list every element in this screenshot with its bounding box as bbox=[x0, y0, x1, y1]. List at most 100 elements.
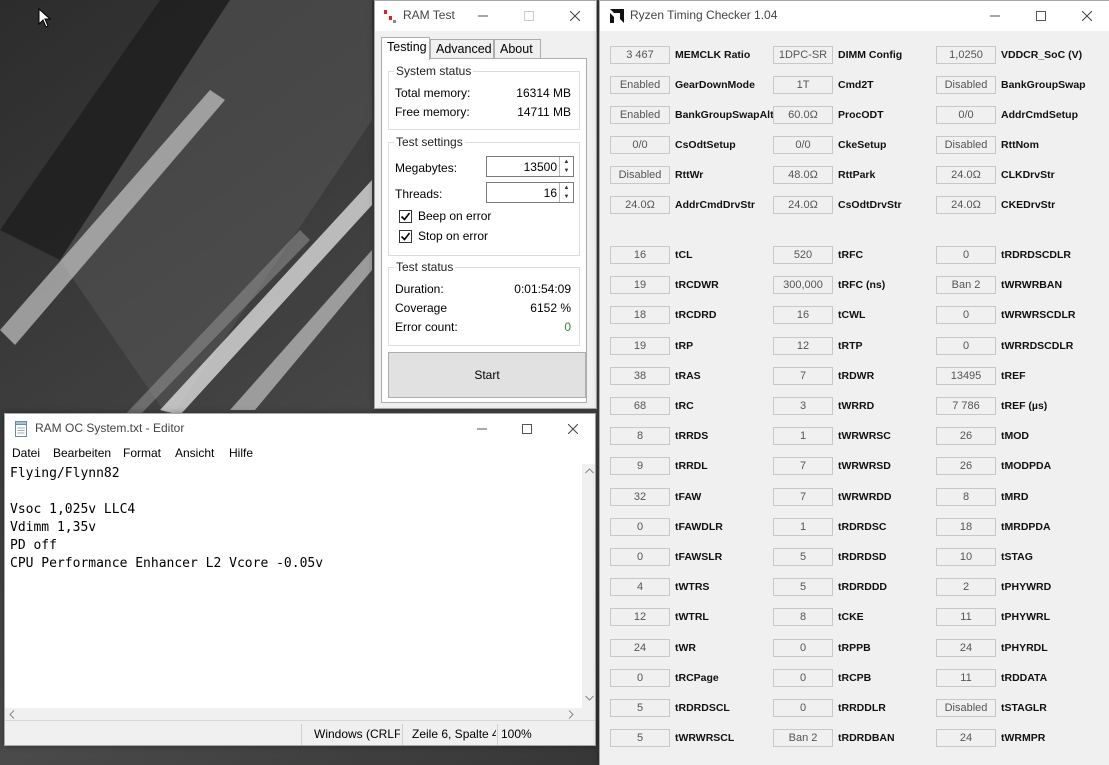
timing-value: 0/0 bbox=[610, 136, 670, 154]
test-status-group: Test status Duration: 0:01:54:09 Coverag… bbox=[388, 260, 580, 346]
tab-about[interactable]: About bbox=[494, 39, 541, 59]
menu-datei[interactable]: Datei bbox=[12, 446, 40, 460]
close-icon bbox=[1082, 11, 1092, 21]
timing-label: tWRWRSCDLR bbox=[1001, 309, 1076, 322]
threads-stepper-arrows[interactable]: ▲ ▼ bbox=[559, 183, 573, 202]
text-line[interactable]: Vdimm 1,35v bbox=[10, 520, 96, 535]
timing-label: tPHYRDL bbox=[1001, 641, 1048, 654]
megabytes-stepper-arrows[interactable]: ▲ ▼ bbox=[559, 157, 573, 176]
ramtest-window: RAM Test Testing Advanced About System s… bbox=[374, 0, 597, 409]
timing-value: 10 bbox=[936, 548, 996, 566]
timing-value: 19 bbox=[610, 276, 670, 295]
timing-value: 7 bbox=[773, 457, 833, 476]
duration-value: 0:01:54:09 bbox=[514, 282, 571, 296]
threads-value[interactable]: 16 bbox=[544, 186, 557, 200]
timing-label: tCKE bbox=[838, 611, 864, 624]
minimize-button[interactable] bbox=[972, 1, 1018, 31]
timing-value: 0 bbox=[936, 336, 996, 355]
menu-hilfe[interactable]: Hilfe bbox=[229, 446, 253, 460]
timing-value: Disabled bbox=[936, 136, 996, 154]
timing-value: 13495 bbox=[936, 366, 996, 385]
editor-text-area[interactable]: Flying/Flynn82 Vsoc 1,025v LLC4 Vdimm 1,… bbox=[5, 464, 582, 720]
tab-advanced[interactable]: Advanced bbox=[430, 39, 494, 59]
timing-label: tWRWRBAN bbox=[1001, 279, 1063, 292]
timing-label: tRDRDSD bbox=[838, 551, 887, 563]
timing-label: BankGroupSwapAlt bbox=[675, 109, 774, 121]
menu-format[interactable]: Format bbox=[123, 446, 161, 460]
timing-label: tRPPB bbox=[838, 641, 871, 654]
timing-value: 4 bbox=[610, 578, 670, 597]
horizontal-scrollbar[interactable] bbox=[5, 708, 582, 720]
megabytes-value[interactable]: 13500 bbox=[524, 160, 557, 174]
timing-label: ProcODT bbox=[838, 109, 884, 121]
timing-value: 3 467 bbox=[610, 46, 670, 64]
timing-label: tPHYWRL bbox=[1001, 611, 1050, 624]
timing-label: CkeSetup bbox=[838, 139, 887, 151]
timing-value: 24 bbox=[936, 638, 996, 657]
status-zoom: 100% bbox=[501, 727, 532, 741]
timing-value: 9 bbox=[610, 457, 670, 476]
stop-on-error-label[interactable]: Stop on error bbox=[418, 229, 488, 243]
timing-value: 12 bbox=[773, 336, 833, 355]
test-settings-title: Test settings bbox=[394, 135, 465, 149]
menu-bearbeiten[interactable]: Bearbeiten bbox=[53, 446, 111, 460]
rtc-titlebar[interactable]: Ryzen Timing Checker 1.04 bbox=[600, 1, 1109, 31]
megabytes-stepper[interactable]: 13500 ▲ ▼ bbox=[486, 156, 574, 177]
beep-on-error-label[interactable]: Beep on error bbox=[418, 209, 491, 223]
editor-titlebar[interactable]: RAM OC System.txt - Editor bbox=[5, 414, 595, 444]
error-count-value: 0 bbox=[564, 320, 571, 334]
start-button[interactable]: Start bbox=[388, 352, 586, 398]
vertical-scrollbar[interactable] bbox=[582, 464, 595, 720]
close-button[interactable] bbox=[550, 414, 595, 444]
ramtest-titlebar[interactable]: RAM Test bbox=[375, 1, 596, 31]
rtc-title: Ryzen Timing Checker 1.04 bbox=[630, 8, 778, 22]
threads-stepper[interactable]: 16 ▲ ▼ bbox=[486, 182, 574, 203]
text-line[interactable]: PD off bbox=[10, 538, 57, 553]
menu-ansicht[interactable]: Ansicht bbox=[175, 446, 214, 460]
scroll-right-icon[interactable] bbox=[568, 710, 574, 719]
minimize-button[interactable] bbox=[460, 1, 506, 31]
timing-value: 26 bbox=[936, 457, 996, 476]
timing-value: Enabled bbox=[610, 76, 670, 94]
timing-label: tRRDDLR bbox=[838, 702, 886, 714]
timing-value: 300,000 bbox=[773, 276, 833, 295]
timing-label: tRCDWR bbox=[675, 279, 719, 292]
chevron-up-icon[interactable]: ▲ bbox=[560, 183, 573, 192]
close-icon bbox=[568, 424, 578, 434]
text-line[interactable]: CPU Performance Enhancer L2 Vcore -0.05v bbox=[10, 556, 323, 571]
timing-label: tRDRDSCL bbox=[675, 702, 730, 714]
timing-value: 0 bbox=[773, 668, 833, 687]
timing-label: AddrCmdDrvStr bbox=[675, 199, 755, 211]
timing-label: tMODPDA bbox=[1001, 460, 1052, 473]
ryzen-app-icon bbox=[610, 9, 624, 23]
maximize-button[interactable] bbox=[1018, 1, 1064, 31]
timing-label: CsOdtSetup bbox=[675, 139, 736, 151]
tab-testing[interactable]: Testing bbox=[381, 37, 430, 60]
close-button[interactable] bbox=[1064, 1, 1109, 31]
minimize-button[interactable] bbox=[459, 414, 505, 444]
chevron-down-icon[interactable]: ▼ bbox=[560, 166, 573, 175]
text-line[interactable]: Vsoc 1,025v LLC4 bbox=[10, 502, 135, 517]
chevron-down-icon[interactable]: ▼ bbox=[560, 192, 573, 201]
text-line[interactable]: Flying/Flynn82 bbox=[10, 466, 120, 481]
total-memory-label: Total memory: bbox=[395, 86, 471, 100]
status-bar: Windows (CRLF) Zeile 6, Spalte 41 100% bbox=[5, 720, 595, 745]
timing-label: tSTAGLR bbox=[1001, 702, 1047, 714]
minimize-icon bbox=[478, 15, 488, 17]
timing-value: Ban 2 bbox=[936, 276, 996, 295]
status-separator bbox=[402, 724, 403, 745]
checkbox-box[interactable] bbox=[399, 210, 412, 223]
threads-label: Threads: bbox=[395, 187, 443, 201]
maximize-button[interactable] bbox=[504, 414, 550, 444]
checkbox-box[interactable] bbox=[399, 230, 412, 243]
timing-value: 1 bbox=[773, 517, 833, 536]
scroll-left-icon[interactable] bbox=[9, 710, 15, 719]
timing-value: 0 bbox=[936, 246, 996, 264]
test-status-title: Test status bbox=[394, 260, 456, 274]
scroll-down-icon[interactable] bbox=[585, 695, 594, 701]
total-memory-row: Total memory: 16314 MB bbox=[395, 86, 571, 102]
scroll-up-icon[interactable] bbox=[585, 468, 594, 474]
close-button[interactable] bbox=[552, 1, 596, 31]
chevron-up-icon[interactable]: ▲ bbox=[560, 157, 573, 166]
maximize-icon bbox=[524, 11, 534, 21]
